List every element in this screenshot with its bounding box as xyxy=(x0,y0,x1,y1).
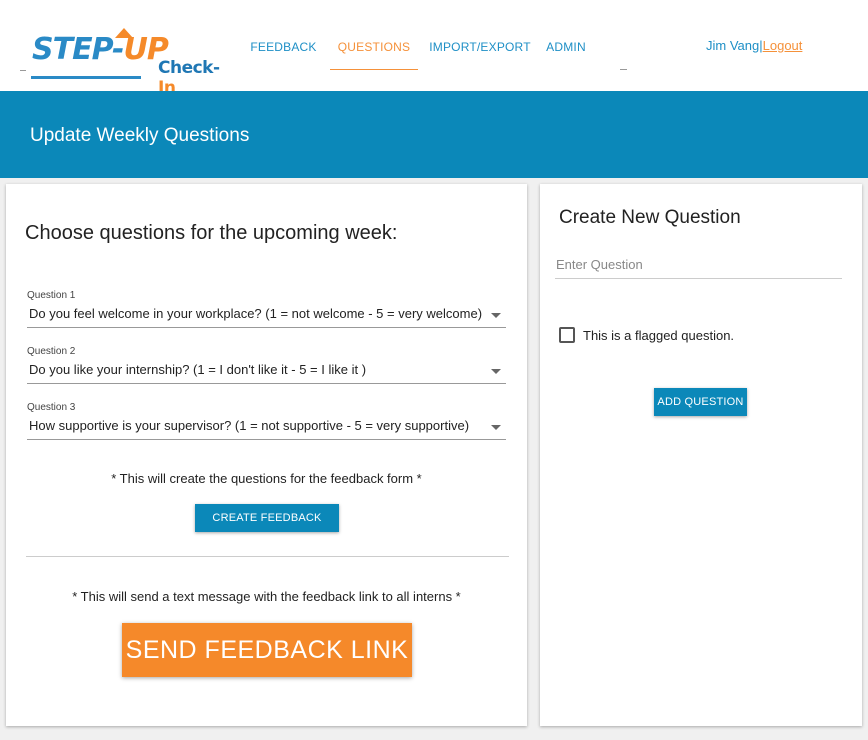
question-1-select[interactable]: Do you feel welcome in your workplace? (… xyxy=(27,306,506,328)
logo-dash xyxy=(20,70,26,71)
create-form-note: * This will create the questions for the… xyxy=(111,471,422,486)
flagged-checkbox[interactable] xyxy=(559,327,575,343)
question-3-field: Question 3 How supportive is your superv… xyxy=(27,402,506,440)
question-1-label: Question 1 xyxy=(27,290,76,301)
question-3-label: Question 3 xyxy=(27,402,76,413)
question-3-value: How supportive is your supervisor? (1 = … xyxy=(29,418,470,433)
add-question-button[interactable]: ADD QUESTION xyxy=(654,388,747,416)
question-2-select[interactable]: Do you like your internship? (1 = I don'… xyxy=(27,362,506,384)
logo-wordmark: STEP-UP xyxy=(32,32,169,67)
question-2-label: Question 2 xyxy=(27,346,76,357)
create-feedback-form-button[interactable]: CREATE FEEDBACK FORM xyxy=(195,504,339,552)
send-link-note: * This will send a text message with the… xyxy=(72,589,461,604)
send-feedback-link-button[interactable]: SEND FEEDBACK LINK xyxy=(122,623,412,677)
dropdown-arrow-icon xyxy=(491,369,501,374)
question-1-field: Question 1 Do you feel welcome in your w… xyxy=(27,290,506,328)
user-area: Jim Vang|Logout xyxy=(706,38,802,53)
create-question-title: Create New Question xyxy=(559,207,741,228)
step-up-logo[interactable]: STEP-UP Check-In xyxy=(20,28,230,98)
nav-dash xyxy=(620,69,627,70)
nav-item-questions[interactable]: QUESTIONS xyxy=(330,0,418,70)
product-name-part-1: Check- xyxy=(158,58,220,78)
question-2-field: Question 2 Do you like your internship? … xyxy=(27,346,506,384)
section-divider xyxy=(26,556,509,557)
create-question-card: Create New Question This is a flagged qu… xyxy=(540,184,862,726)
nav-item-admin[interactable]: ADMIN xyxy=(538,0,594,70)
choose-questions-card: Choose questions for the upcoming week: … xyxy=(6,184,527,726)
choose-questions-title: Choose questions for the upcoming week: xyxy=(25,222,398,244)
new-question-input[interactable] xyxy=(555,250,842,279)
logo-underline xyxy=(31,76,141,79)
logout-link[interactable]: Logout xyxy=(763,38,803,53)
flagged-checkbox-label: This is a flagged question. xyxy=(583,328,735,343)
user-name: Jim Vang xyxy=(706,38,760,53)
nav-item-import-export[interactable]: IMPORT/EXPORT xyxy=(427,0,533,70)
main-nav: FEEDBACK QUESTIONS IMPORT/EXPORT ADMIN xyxy=(242,0,594,91)
page-banner: Update Weekly Questions xyxy=(0,91,868,178)
page-title: Update Weekly Questions xyxy=(30,125,250,146)
top-navbar: STEP-UP Check-In FEEDBACK QUESTIONS IMPO… xyxy=(0,0,868,98)
question-1-value: Do you feel welcome in your workplace? (… xyxy=(29,306,483,321)
dropdown-arrow-icon xyxy=(491,313,501,318)
dropdown-arrow-icon xyxy=(491,425,501,430)
question-2-value: Do you like your internship? (1 = I don'… xyxy=(29,362,367,377)
question-3-select[interactable]: How supportive is your supervisor? (1 = … xyxy=(27,418,506,440)
nav-item-feedback[interactable]: FEEDBACK xyxy=(242,0,325,70)
